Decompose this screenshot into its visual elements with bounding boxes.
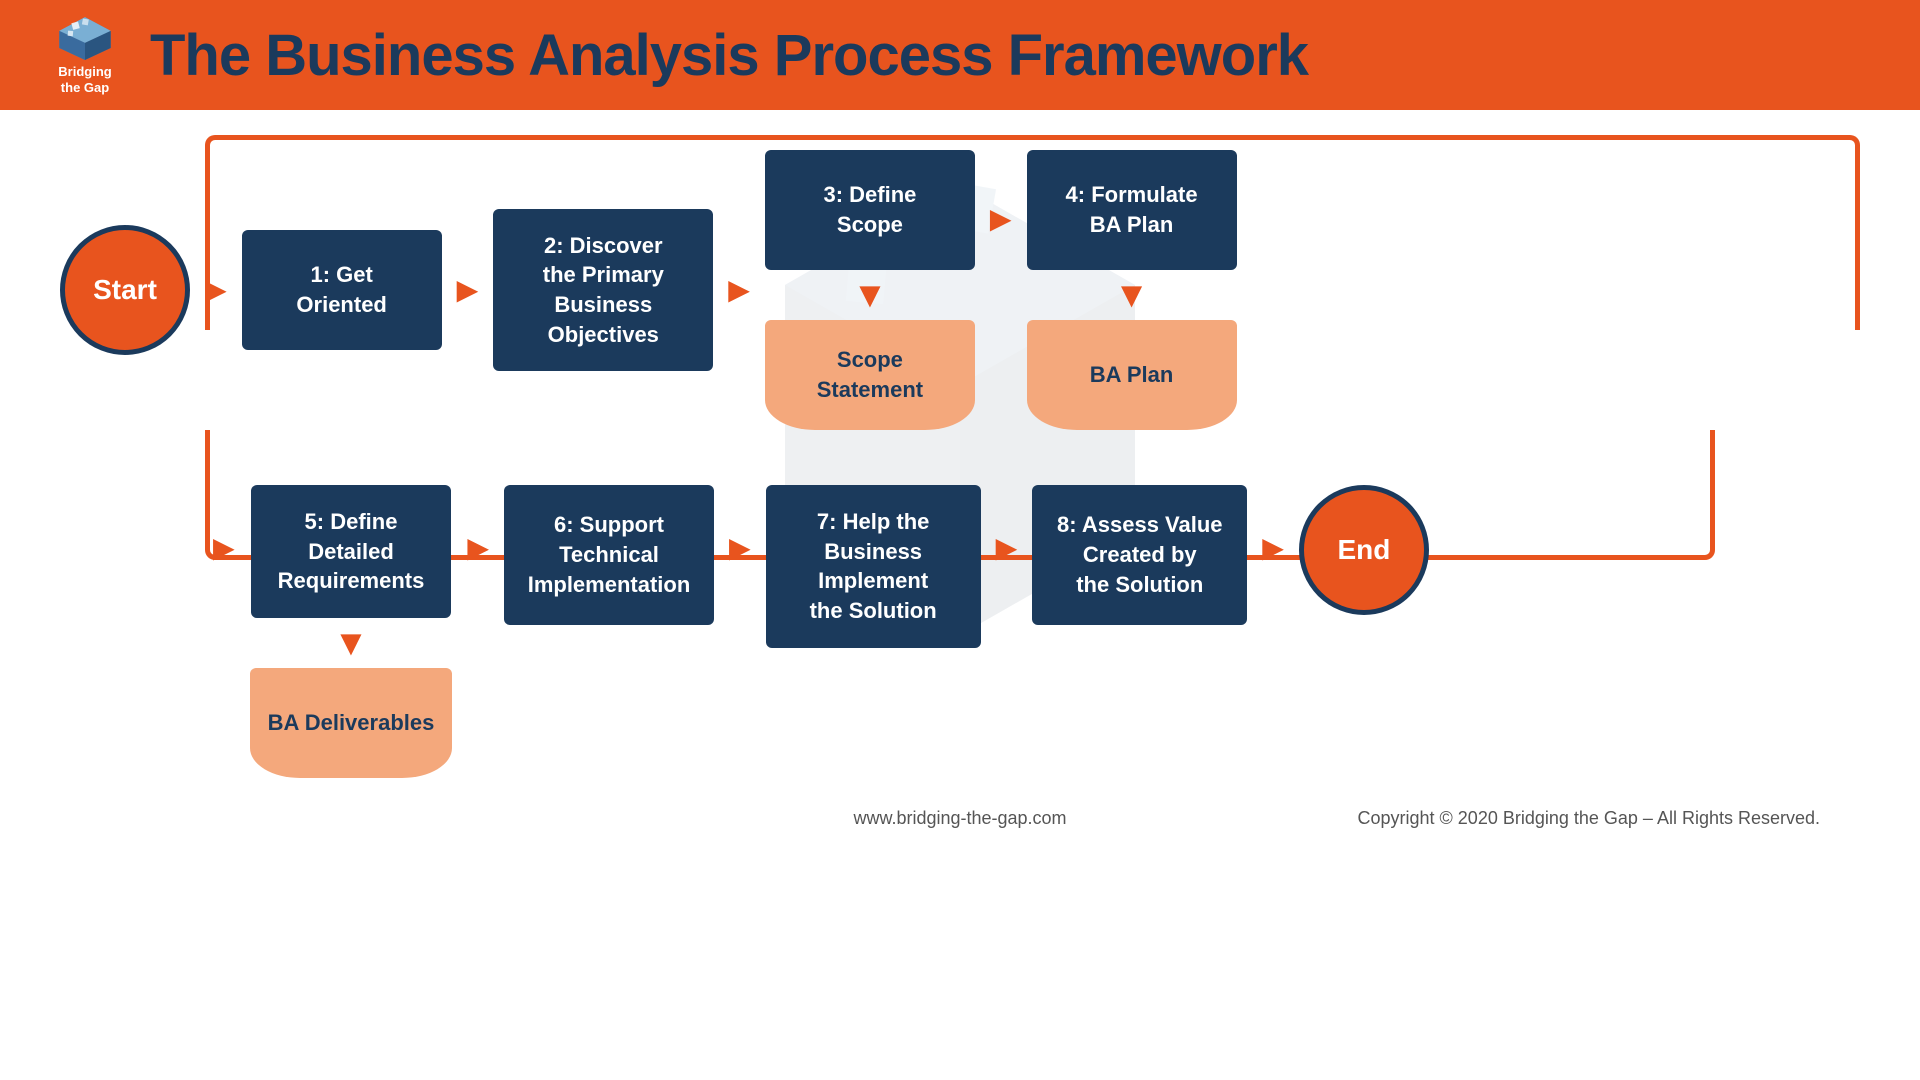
arrow-5-in: ► [206, 527, 242, 569]
step7-box: 7: Help the Business Implement the Solut… [766, 485, 981, 648]
arrow-7: ► [722, 527, 758, 569]
arrow-1: ► [198, 269, 234, 311]
logo-area: Bridging the Gap [40, 14, 130, 95]
step4-box: 4: Formulate BA Plan [1027, 150, 1237, 270]
logo-icon [55, 14, 115, 64]
step5-group: 5: Define Detailed Requirements ▼ BA Del… [250, 485, 453, 778]
step1-box: 1: Get Oriented [242, 230, 442, 350]
step3-group: 3: Define Scope ▼ Scope Statement [765, 150, 975, 430]
arrow-8: ► [989, 527, 1025, 569]
step3-box: 3: Define Scope [765, 150, 975, 270]
step6-box: 6: Support Technical Implementation [504, 485, 714, 625]
website-text: www.bridging-the-gap.com [853, 808, 1066, 829]
footer: www.bridging-the-gap.com Copyright © 202… [60, 808, 1860, 829]
ba-deliverables-box: BA Deliverables [250, 668, 453, 778]
arrow-down-5: ▼ [333, 622, 369, 664]
arrow-end: ► [1255, 527, 1291, 569]
flow-container: Start ► 1: Get Oriented ► 2: Discover th… [60, 150, 1860, 778]
header: Bridging the Gap The Business Analysis P… [0, 0, 1920, 110]
arrow-3: ► [721, 269, 757, 311]
step2-box: 2: Discover the Primary Business Objecti… [493, 209, 713, 372]
scope-statement-box: Scope Statement [765, 320, 975, 430]
step5-box: 5: Define Detailed Requirements [251, 485, 451, 618]
row1: Start ► 1: Get Oriented ► 2: Discover th… [60, 150, 1860, 430]
arrow-2: ► [450, 269, 486, 311]
arrow-down-3: ▼ [852, 274, 888, 316]
arrow-4: ► [983, 198, 1019, 240]
arrow-down-4: ▼ [1114, 274, 1150, 316]
arrow-6: ► [460, 527, 496, 569]
page-title: The Business Analysis Process Framework [150, 22, 1308, 89]
logo-text: Bridging the Gap [58, 64, 111, 95]
step4-group: 4: Formulate BA Plan ▼ BA Plan [1027, 150, 1237, 430]
step8-box: 8: Assess Value Created by the Solution [1032, 485, 1247, 625]
end-node: End [1299, 485, 1429, 615]
start-node: Start [60, 225, 190, 355]
main-content: Start ► 1: Get Oriented ► 2: Discover th… [0, 110, 1920, 1080]
row2: ► 5: Define Detailed Requirements ▼ BA D… [60, 485, 1860, 778]
ba-plan-box: BA Plan [1027, 320, 1237, 430]
copyright-text: Copyright © 2020 Bridging the Gap – All … [1067, 808, 1820, 829]
